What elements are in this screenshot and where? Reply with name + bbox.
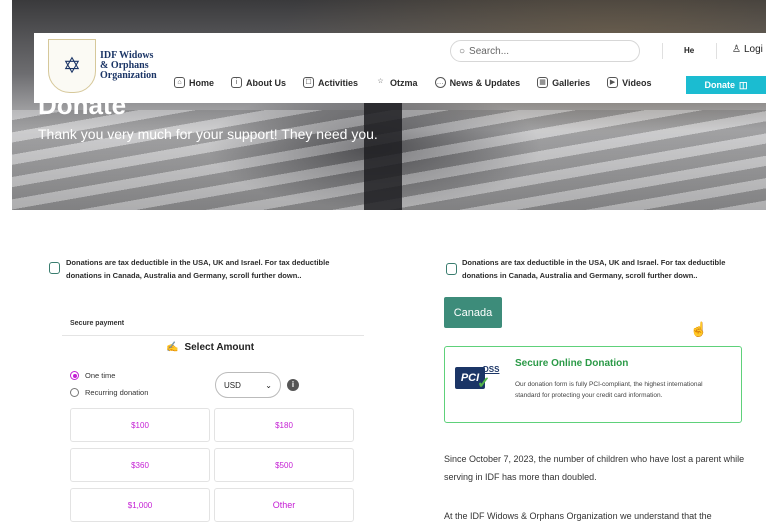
select-amount-heading: ✍ Select Amount bbox=[166, 342, 254, 353]
radio-dot-selected bbox=[70, 371, 79, 380]
donate-label: Donate bbox=[704, 80, 735, 90]
currency-value: USD bbox=[224, 380, 241, 390]
video-icon: ▶ bbox=[607, 77, 619, 88]
pointer-cursor-icon: ☝ bbox=[690, 321, 708, 337]
donate-button[interactable]: Donate ◫ bbox=[686, 76, 766, 94]
search-placeholder: Search... bbox=[469, 45, 510, 57]
user-icon: ♙ bbox=[732, 44, 741, 55]
secure-payment-label: Secure payment bbox=[70, 320, 125, 327]
amount-other-button[interactable]: Other bbox=[214, 488, 354, 522]
nav-otzma[interactable]: ☆ Otzma bbox=[375, 77, 418, 88]
logo-line-3: Organization bbox=[100, 70, 157, 81]
gallery-icon: ▦ bbox=[537, 77, 549, 88]
nav-videos[interactable]: ▶ Videos bbox=[607, 77, 651, 88]
radio-one-time[interactable]: One time bbox=[70, 371, 115, 380]
jar-icon: ◫ bbox=[739, 79, 748, 90]
nav-label: Home bbox=[189, 77, 215, 88]
star-icon: ☆ bbox=[377, 78, 384, 85]
login-link[interactable]: ♙ Logi bbox=[732, 44, 763, 55]
nav-label: Activities bbox=[318, 77, 359, 88]
nav-activities[interactable]: ☐ Activities bbox=[303, 77, 358, 88]
tax-note-right: Donations are tax deductible in the USA,… bbox=[462, 258, 726, 280]
info-icon[interactable]: i bbox=[287, 379, 299, 391]
logo-text[interactable]: IDF Widows & Orphans Organization bbox=[100, 51, 157, 81]
document-icon bbox=[446, 263, 457, 275]
amount-button[interactable]: $100 bbox=[70, 408, 210, 442]
tab-canada[interactable]: Canada bbox=[444, 297, 502, 328]
amount-button[interactable]: $180 bbox=[214, 408, 354, 442]
amount-button[interactable]: $1,000 bbox=[70, 488, 210, 522]
divider bbox=[662, 43, 663, 59]
radio-label: Recurring donation bbox=[85, 388, 149, 397]
currency-select[interactable]: USD ⌄ bbox=[215, 372, 281, 398]
language-toggle[interactable]: He bbox=[684, 46, 694, 55]
logo-emblem[interactable]: ✡ bbox=[48, 39, 96, 93]
divider bbox=[62, 335, 364, 336]
divider bbox=[716, 43, 717, 59]
radio-recurring[interactable]: Recurring donation bbox=[70, 388, 148, 397]
amount-button[interactable]: $500 bbox=[214, 448, 354, 482]
paragraph: At the IDF Widows & Orphans Organization… bbox=[444, 511, 712, 521]
nav-label: About Us bbox=[246, 77, 287, 88]
nav-label: Galleries bbox=[552, 77, 591, 88]
paragraph: Since October 7, 2023, the number of chi… bbox=[444, 454, 745, 482]
chevron-down-icon: ⌄ bbox=[265, 380, 272, 390]
search-icon: ○ bbox=[459, 45, 466, 57]
nav-label: Videos bbox=[622, 77, 652, 88]
nav-label: News & Updates bbox=[449, 77, 521, 88]
tax-note-left: Donations are tax deductible in the USA,… bbox=[66, 258, 330, 280]
hero-banner: Donate Thank you very much for your supp… bbox=[12, 0, 766, 210]
donation-panel: Secure payment ✍ Select Amount One time … bbox=[62, 316, 364, 527]
radio-dot bbox=[70, 388, 79, 397]
nav-galleries[interactable]: ▦ Galleries bbox=[537, 77, 590, 88]
home-icon: ⌂ bbox=[174, 77, 185, 88]
amount-button[interactable]: $360 bbox=[70, 448, 210, 482]
secure-title: Secure Online Donation bbox=[515, 358, 629, 369]
nav-label: Otzma bbox=[390, 77, 418, 88]
activities-icon: ☐ bbox=[303, 77, 315, 88]
hand-coin-icon: ✍ bbox=[166, 342, 179, 353]
document-icon bbox=[49, 262, 60, 274]
dss-mark: DSS bbox=[483, 365, 500, 374]
page-subtitle: Thank you very much for your support! Th… bbox=[38, 126, 378, 142]
pci-dss-logo: PCI ✓ DSS bbox=[455, 363, 507, 395]
nav-news-updates[interactable]: … News & Updates bbox=[434, 77, 521, 88]
search-input[interactable]: ○ Search... bbox=[450, 40, 640, 62]
nav-home[interactable]: ⌂ Home bbox=[174, 77, 214, 88]
login-label: Logi bbox=[743, 44, 763, 55]
nav-about-us[interactable]: i About Us bbox=[231, 77, 286, 88]
check-icon: ✓ bbox=[477, 375, 491, 392]
select-amount-label: Select Amount bbox=[184, 342, 255, 353]
secure-text: Our donation form is fully PCI-compliant… bbox=[515, 381, 703, 399]
main-nav: ⌂ Home i About Us ☐ Activities ☆ Otzma … News… bbox=[174, 77, 651, 88]
site-header: ✡ IDF Widows & Orphans Organization ○ Se… bbox=[34, 33, 766, 103]
chat-icon: … bbox=[434, 77, 446, 88]
radio-label: One time bbox=[85, 371, 116, 380]
secure-donation-box: PCI ✓ DSS Secure Online Donation Our don… bbox=[444, 346, 742, 423]
about-icon: i bbox=[231, 77, 243, 88]
